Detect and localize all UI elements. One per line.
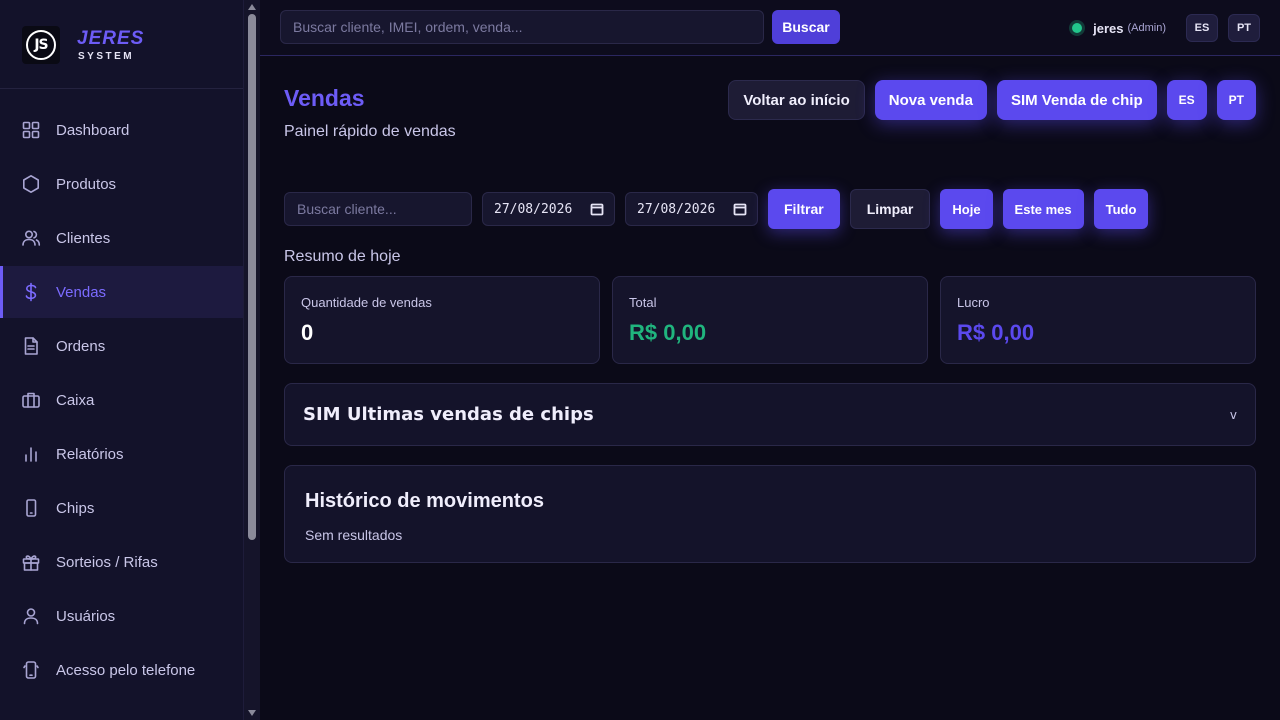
client-search-input[interactable]: [284, 192, 472, 226]
sidebar-scrollbar[interactable]: [244, 0, 260, 720]
date-to-value: 27/08/2026: [637, 201, 716, 217]
summary-label: Resumo de hoje: [284, 248, 401, 265]
sidebar-item-label: Sorteios / Rifas: [56, 553, 158, 571]
sidebar-nav: Dashboard Produtos Clientes Vendas Orden…: [0, 104, 243, 698]
scroll-thumb[interactable]: [248, 14, 256, 540]
card-value: R$ 0,00: [957, 320, 1035, 345]
user-area: jeres (Admin) ES PT: [1072, 14, 1260, 42]
date-from-input[interactable]: 27/08/2026: [482, 192, 615, 226]
phone-icon: [21, 498, 41, 518]
grid-icon: [21, 120, 41, 140]
sidebar-divider: [0, 88, 243, 89]
brand-subtitle: SYSTEM: [78, 50, 135, 62]
date-to-input[interactable]: 27/08/2026: [625, 192, 758, 226]
calendar-icon[interactable]: [590, 202, 604, 216]
sidebar-item-label: Vendas: [56, 283, 107, 301]
back-home-button[interactable]: Voltar ao início: [728, 80, 865, 120]
gift-icon: [21, 552, 41, 572]
brand-name: JERES: [77, 27, 145, 49]
date-from-value: 27/08/2026: [494, 201, 573, 217]
sidebar-item-label: Dashboard: [56, 121, 130, 139]
sidebar-item-label: Chips: [56, 499, 95, 517]
sidebar-item-usuarios[interactable]: Usuários: [0, 590, 243, 642]
topbar: Buscar jeres (Admin) ES PT: [260, 0, 1280, 56]
sidebar: JS JERES SYSTEM Dashboard Produtos Clien…: [0, 0, 244, 720]
profit-card: Lucro R$ 0,00: [940, 276, 1256, 364]
sidebar-item-vendas[interactable]: Vendas: [0, 266, 243, 318]
sidebar-item-dashboard[interactable]: Dashboard: [0, 104, 243, 156]
sales-count-card: Quantidade de vendas 0: [284, 276, 600, 364]
sidebar-item-chips[interactable]: Chips: [0, 482, 243, 534]
user-icon: [21, 606, 41, 626]
brand[interactable]: JS JERES SYSTEM: [22, 26, 144, 64]
page-subtitle: Painel rápido de vendas: [284, 123, 456, 140]
total-card: Total R$ 0,00: [612, 276, 928, 364]
user-role: (Admin): [1127, 22, 1166, 34]
logo: JS: [22, 26, 60, 64]
filter-button[interactable]: Filtrar: [768, 189, 840, 229]
sidebar-item-clientes[interactable]: Clientes: [0, 212, 243, 264]
sim-recent-sales-accordion[interactable]: SIM Ultimas vendas de chips v: [284, 383, 1256, 446]
scroll-up-arrow-icon[interactable]: [248, 4, 256, 10]
sidebar-item-sorteios[interactable]: Sorteios / Rifas: [0, 536, 243, 588]
sim-chip-sale-button[interactable]: SIM Venda de chip: [996, 80, 1157, 120]
sidebar-item-caixa[interactable]: Caixa: [0, 374, 243, 426]
today-button[interactable]: Hoje: [940, 189, 993, 229]
scroll-down-arrow-icon[interactable]: [248, 710, 256, 716]
new-sale-button[interactable]: Nova venda: [874, 80, 987, 120]
clear-button[interactable]: Limpar: [849, 189, 931, 229]
sidebar-item-label: Usuários: [56, 607, 116, 625]
this-month-button[interactable]: Este mes: [1002, 189, 1084, 229]
hexagon-icon: [21, 174, 41, 194]
sidebar-item-label: Relatórios: [56, 445, 124, 463]
sidebar-item-produtos[interactable]: Produtos: [0, 158, 243, 210]
card-value: 0: [301, 320, 314, 345]
smartphone-icon: [21, 660, 41, 680]
sidebar-item-label: Caixa: [56, 391, 95, 409]
chevron-down-icon[interactable]: v: [1230, 408, 1237, 422]
lang-es-action-button[interactable]: ES: [1166, 80, 1207, 120]
page-title: Vendas: [284, 85, 365, 111]
history-empty-message: Sem resultados: [305, 527, 403, 543]
sidebar-item-ordens[interactable]: Ordens: [0, 320, 243, 372]
lang-es-button[interactable]: ES: [1186, 14, 1218, 42]
main-content: Vendas Painel rápido de vendas Voltar ao…: [260, 57, 1280, 720]
sidebar-item-label: Produtos: [56, 175, 117, 193]
global-search-input[interactable]: [280, 10, 764, 44]
file-icon: [21, 336, 41, 356]
card-label: Lucro: [957, 295, 990, 310]
history-panel: Histórico de movimentos Sem resultados: [284, 465, 1256, 563]
sidebar-item-acesso-telefone[interactable]: Acesso pelo telefone: [0, 644, 243, 696]
lang-pt-button[interactable]: PT: [1228, 14, 1260, 42]
logo-mark: JS: [26, 30, 56, 60]
users-icon: [21, 228, 41, 248]
history-title: Histórico de movimentos: [305, 490, 544, 512]
accordion-title: SIM Ultimas vendas de chips: [303, 404, 594, 425]
calendar-icon[interactable]: [733, 202, 747, 216]
lang-pt-action-button[interactable]: PT: [1216, 80, 1256, 120]
bar-chart-icon: [21, 444, 41, 464]
card-label: Total: [629, 295, 657, 310]
all-button[interactable]: Tudo: [1093, 189, 1149, 229]
sidebar-item-label: Acesso pelo telefone: [56, 661, 196, 679]
header-actions: Voltar ao início Nova venda SIM Venda de…: [718, 80, 1256, 120]
filter-row: 27/08/2026 27/08/2026 Filtrar Limpar Hoj…: [284, 189, 1149, 229]
summary-cards: Quantidade de vendas 0 Total R$ 0,00 Luc…: [284, 276, 1256, 364]
sidebar-item-label: Ordens: [56, 337, 106, 355]
dollar-icon: [21, 282, 41, 302]
card-label: Quantidade de vendas: [301, 295, 432, 310]
user-name: jeres: [1093, 20, 1124, 36]
sidebar-item-label: Clientes: [56, 229, 111, 247]
card-value: R$ 0,00: [629, 320, 707, 345]
briefcase-icon: [21, 390, 41, 410]
online-status-icon: [1072, 23, 1083, 33]
search-button[interactable]: Buscar: [772, 10, 840, 44]
sidebar-item-relatorios[interactable]: Relatórios: [0, 428, 243, 480]
